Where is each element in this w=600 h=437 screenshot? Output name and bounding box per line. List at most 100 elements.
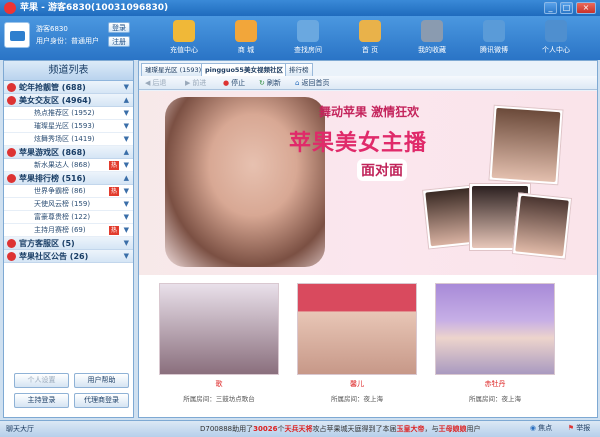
expand-icon[interactable]: ▼ <box>124 250 129 263</box>
expand-icon[interactable]: ▼ <box>124 185 129 198</box>
stop-button[interactable]: ● 停止 <box>223 78 245 88</box>
host-photo[interactable] <box>435 283 555 375</box>
host-card[interactable]: 馨儿 所属房间：夜上海 <box>297 283 417 413</box>
channel-item[interactable]: 主持月赛榜 (69) 热 ▼ <box>4 224 133 237</box>
coin-icon <box>173 20 195 42</box>
banner-photo <box>511 192 573 260</box>
refresh-icon: ↻ <box>259 79 265 87</box>
banner-slogan-sub: 面对面 <box>357 159 407 181</box>
forward-label: 前进 <box>192 79 207 87</box>
hot-badge: 热 <box>109 187 119 196</box>
chat-hall-label[interactable]: 聊天大厅 <box>6 421 34 437</box>
minimize-button[interactable]: _ <box>544 2 557 14</box>
nav-label: 个人中心 <box>542 46 570 54</box>
focus-icon: ◉ <box>529 424 536 432</box>
tab-bar: 璀璨星光区 (1593) pingguo55美女视频社区 排行榜 <box>139 63 599 77</box>
expand-icon[interactable]: ▼ <box>124 107 129 120</box>
nav-home[interactable]: 首 页 <box>346 20 394 58</box>
maximize-button[interactable]: □ <box>560 2 573 14</box>
banner-host-image <box>165 97 325 267</box>
expand-icon[interactable]: ▼ <box>124 198 129 211</box>
home-icon: ⌂ <box>295 79 300 87</box>
host-room: 所属房间：三鼓坊点歌台 <box>183 395 255 403</box>
tab-video-community[interactable]: pingguo55美女视频社区 <box>201 63 287 76</box>
expand-icon[interactable]: ▲ <box>124 94 129 107</box>
report-button[interactable]: ⚑ 举报 <box>562 422 596 436</box>
promo-banner[interactable]: 舞动苹果 激情狂欢 苹果美女主播 面对面 <box>139 91 597 275</box>
forward-button[interactable]: ▶ 前进 <box>185 78 206 88</box>
refresh-button[interactable]: ↻ 刷新 <box>259 78 281 88</box>
nav-weibo[interactable]: 腾讯微博 <box>470 20 518 58</box>
expand-icon[interactable]: ▼ <box>124 81 129 94</box>
expand-icon[interactable]: ▼ <box>124 133 129 146</box>
channel-tree: 蛇年抢靓管 (688) ▼ 美女交友区 (4964) ▲ 热点推荐区 (1952) ▼ 璀璨… <box>4 81 133 263</box>
expand-icon[interactable]: ▼ <box>124 237 129 250</box>
channel-item[interactable]: 富豪尊贵榜 (122) ▼ <box>4 211 133 224</box>
host-photo[interactable] <box>159 283 279 375</box>
channel-item[interactable]: 新水果达人 (868) 热 ▼ <box>4 159 133 172</box>
channel-category[interactable]: 官方客服区 (5) ▼ <box>4 237 133 250</box>
tab-star-zone[interactable]: 璀璨星光区 (1593) <box>141 63 206 76</box>
marquee-text: 用户 <box>466 425 481 433</box>
nav-label: 充值中心 <box>170 46 198 54</box>
category-label: 官方客服区 (5) <box>19 239 75 248</box>
forward-arrow-icon: ▶ <box>185 79 191 87</box>
channel-category[interactable]: 美女交友区 (4964) ▲ <box>4 94 133 107</box>
channel-item-label: 主持月赛榜 (69) <box>34 226 86 234</box>
user-help-button[interactable]: 用户帮助 <box>74 373 129 388</box>
channel-item[interactable]: 炫舞秀场区 (1419) ▼ <box>4 133 133 146</box>
avatar[interactable] <box>4 22 30 48</box>
person-icon <box>545 20 567 42</box>
channel-category[interactable]: 苹果排行榜 (516) ▲ <box>4 172 133 185</box>
channel-item-label: 天使风云榜 (159) <box>34 200 91 208</box>
report-icon: ⚑ <box>567 424 575 432</box>
expand-icon[interactable]: ▼ <box>124 159 129 172</box>
banner-slogan-main: 苹果美女主播 <box>289 131 428 156</box>
channel-category[interactable]: 蛇年抢靓管 (688) ▼ <box>4 81 133 94</box>
nav-coin[interactable]: 充值中心 <box>160 20 208 58</box>
channel-item-label: 璀璨星光区 (1593) <box>34 122 95 130</box>
register-button[interactable]: 注册 <box>108 36 130 47</box>
login-button[interactable]: 登录 <box>108 22 130 33</box>
expand-icon[interactable]: ▲ <box>124 172 129 185</box>
channel-item[interactable]: 天使风云榜 (159) ▼ <box>4 198 133 211</box>
personal-settings-button[interactable]: 个人设置 <box>14 373 69 388</box>
nav-star[interactable]: 我的收藏 <box>408 20 456 58</box>
home-icon <box>359 20 381 42</box>
username: 游客6830 <box>36 25 68 33</box>
channel-item[interactable]: 璀璨星光区 (1593) ▼ <box>4 120 133 133</box>
expand-icon[interactable]: ▼ <box>124 120 129 133</box>
nav-search[interactable]: 查找房间 <box>284 20 332 58</box>
channel-item[interactable]: 热点推荐区 (1952) ▼ <box>4 107 133 120</box>
window-title: 苹果 - 游客6830(10031096830) <box>20 3 169 13</box>
marquee-highlight: 玉皇大帝 <box>396 425 425 433</box>
expand-icon[interactable]: ▼ <box>124 211 129 224</box>
host-card[interactable]: 赤牡丹 所属房间：夜上海 <box>435 283 555 413</box>
host-name[interactable]: 赤牡丹 <box>435 379 555 389</box>
host-card[interactable]: 歌 所属房间：三鼓坊点歌台 <box>159 283 279 413</box>
channel-item-label: 世界争霸榜 (86) <box>34 187 86 195</box>
header: 游客6830 用户身份：普通用户 登录 注册 充值中心 商 城 查找房间 首 页 我的收… <box>0 16 600 60</box>
host-name[interactable]: 馨儿 <box>297 379 417 389</box>
expand-icon[interactable]: ▼ <box>124 224 129 237</box>
nav-person[interactable]: 个人中心 <box>532 20 580 58</box>
stop-label: 停止 <box>231 79 246 87</box>
close-button[interactable]: × <box>576 2 596 14</box>
host-name[interactable]: 歌 <box>159 379 279 389</box>
search-icon <box>297 20 319 42</box>
back-button[interactable]: ◀ 后退 <box>145 78 166 88</box>
channel-category[interactable]: 苹果游戏区 (868) ▲ <box>4 146 133 159</box>
nav-cart[interactable]: 商 城 <box>222 20 270 58</box>
host-login-button[interactable]: 主持登录 <box>14 393 69 408</box>
channel-item[interactable]: 世界争霸榜 (86) 热 ▼ <box>4 185 133 198</box>
nav-label: 首 页 <box>361 46 379 54</box>
focus-button[interactable]: ◉ 焦点 <box>524 422 558 436</box>
channel-category[interactable]: 苹果社区公告 (26) ▼ <box>4 250 133 263</box>
host-photo[interactable] <box>297 283 417 375</box>
category-icon <box>7 239 16 248</box>
home-page-button[interactable]: ⌂ 返回首页 <box>295 78 329 88</box>
tab-ranking[interactable]: 排行榜 <box>285 63 313 76</box>
expand-icon[interactable]: ▲ <box>124 146 129 159</box>
marquee-prefix: D700888 <box>200 425 233 433</box>
agent-login-button[interactable]: 代理商登录 <box>74 393 129 408</box>
